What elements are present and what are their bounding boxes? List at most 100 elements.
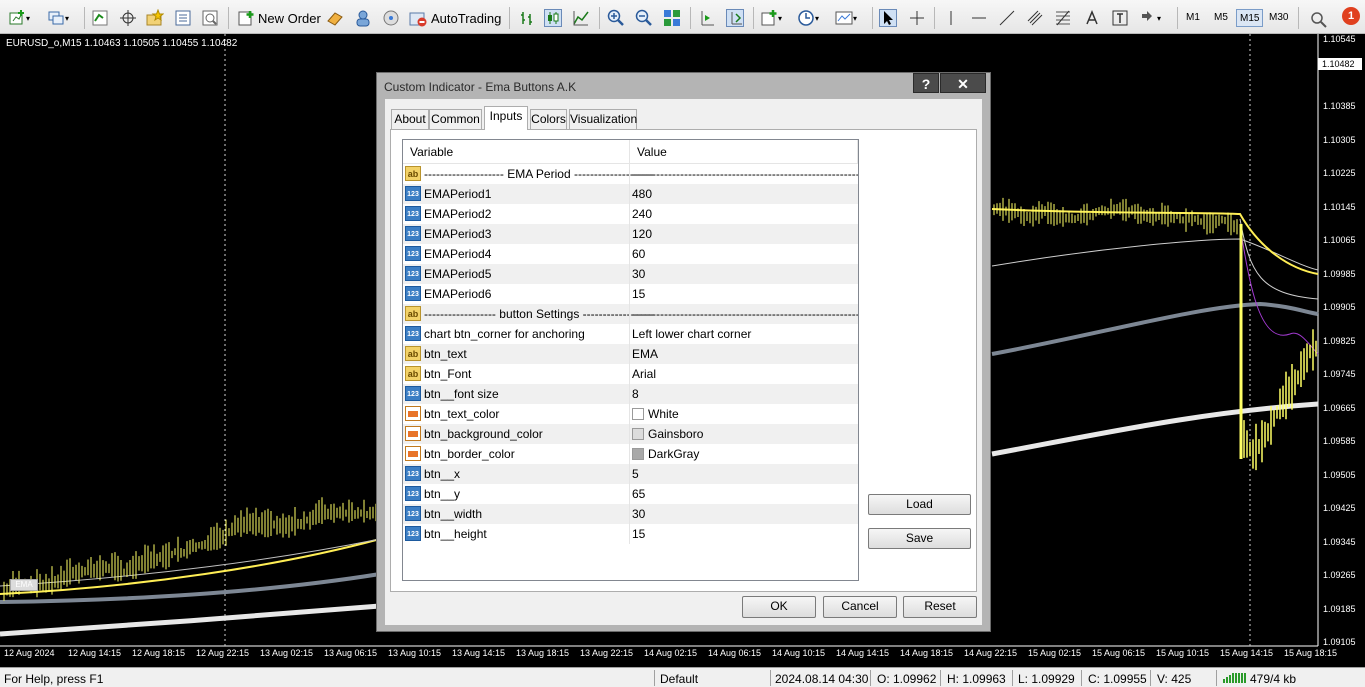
autotrading-button[interactable]: AutoTrading	[409, 7, 501, 29]
input-row[interactable]: btn_background_color Gainsboro	[403, 424, 858, 444]
input-value[interactable]: DarkGray	[632, 447, 699, 461]
input-row[interactable]: 123 btn__width 30	[403, 504, 858, 524]
input-row[interactable]: btn_border_color DarkGray	[403, 444, 858, 464]
arrows-button[interactable]: ▾	[1139, 7, 1161, 29]
column-divider	[629, 324, 630, 344]
input-row[interactable]: 123 EMAPeriod1 480	[403, 184, 858, 204]
text-label-button[interactable]	[1111, 7, 1129, 29]
line-chart-button[interactable]	[572, 7, 590, 29]
cancel-button[interactable]: Cancel	[823, 596, 897, 618]
input-value[interactable]: 30	[632, 267, 645, 281]
strategy-tester-button[interactable]	[201, 7, 219, 29]
signals-button[interactable]	[354, 7, 372, 29]
input-value[interactable]: Left lower chart corner	[632, 327, 751, 341]
market-watch-button[interactable]	[91, 7, 109, 29]
input-value[interactable]: 8	[632, 387, 639, 401]
equidistant-channel-button[interactable]	[1026, 7, 1044, 29]
chart-shift-button[interactable]	[726, 7, 744, 29]
terminal-button[interactable]	[174, 7, 192, 29]
new-order-button[interactable]: New Order	[237, 7, 321, 29]
string-type-icon: ab	[405, 366, 421, 381]
candlestick-chart-button[interactable]	[544, 7, 562, 29]
timeframe-m15[interactable]: M15	[1236, 9, 1264, 27]
tab-about[interactable]: About	[391, 109, 429, 129]
input-row[interactable]: ab btn_Font Arial	[403, 364, 858, 384]
column-header-variable[interactable]: Variable	[403, 140, 630, 164]
save-button[interactable]: Save	[868, 528, 971, 549]
profiles-button[interactable]: ▾	[47, 7, 69, 29]
auto-scroll-button[interactable]	[698, 7, 716, 29]
input-row[interactable]: 123 EMAPeriod3 120	[403, 224, 858, 244]
input-variable-name: btn__height	[424, 527, 487, 541]
input-value[interactable]: White	[632, 407, 679, 421]
timeframe-m1[interactable]: M1	[1183, 9, 1203, 27]
input-row[interactable]: 123 EMAPeriod4 60	[403, 244, 858, 264]
trendline-button[interactable]	[998, 7, 1016, 29]
help-button[interactable]: ?	[913, 73, 939, 93]
input-row[interactable]: 123 chart btn_corner for anchoring Left lo…	[403, 324, 858, 344]
timeframe-m30[interactable]: M30	[1266, 9, 1291, 27]
input-value[interactable]: 30	[632, 507, 645, 521]
timeframe-m5[interactable]: M5	[1211, 9, 1231, 27]
input-row[interactable]: btn_text_color White	[403, 404, 858, 424]
cursor-button[interactable]	[879, 7, 897, 29]
load-button[interactable]: Load	[868, 494, 971, 515]
close-button[interactable]: ✕	[940, 73, 986, 93]
vertical-line-button[interactable]	[942, 7, 960, 29]
periods-button[interactable]: ▾	[797, 7, 819, 29]
input-value[interactable]: 240	[632, 207, 652, 221]
input-value[interactable]: EMA	[632, 347, 658, 361]
tab-visualization[interactable]: Visualization	[569, 109, 637, 129]
dialog-titlebar[interactable]: Custom Indicator - Ema Buttons A.K ? ✕	[377, 73, 990, 99]
input-value[interactable]: 65	[632, 487, 645, 501]
indicators-button[interactable]: ▾	[760, 7, 782, 29]
vps-button[interactable]	[382, 7, 400, 29]
input-value[interactable]: ----------------------------------------…	[632, 167, 858, 181]
input-row[interactable]: ab ------------------ button Settings ---…	[403, 304, 858, 324]
text-button[interactable]	[1083, 7, 1101, 29]
input-row[interactable]: 123 EMAPeriod5 30	[403, 264, 858, 284]
navigator-button[interactable]	[119, 7, 137, 29]
input-value[interactable]: 120	[632, 227, 652, 241]
input-value[interactable]: 15	[632, 287, 645, 301]
input-row[interactable]: ab btn_text EMA	[403, 344, 858, 364]
reset-button[interactable]: Reset	[903, 596, 977, 618]
input-row[interactable]: 123 btn__height 15	[403, 524, 858, 544]
ema-chart-button[interactable]: EMA	[10, 579, 38, 591]
zoom-in-button[interactable]	[607, 7, 625, 29]
input-variable-name: btn__y	[424, 487, 461, 501]
tab-common[interactable]: Common	[429, 109, 482, 129]
column-header-value[interactable]: Value	[630, 140, 858, 164]
user-signals-icon	[356, 10, 370, 27]
ok-button[interactable]: OK	[742, 596, 816, 618]
input-row[interactable]: 123 EMAPeriod2 240	[403, 204, 858, 224]
input-value[interactable]: ----------------------------------------…	[632, 307, 858, 321]
input-row[interactable]: 123 btn__font size 8	[403, 384, 858, 404]
input-value[interactable]: 480	[632, 187, 652, 201]
integer-type-icon: 123	[405, 386, 421, 401]
input-row[interactable]: 123 btn__y 65	[403, 484, 858, 504]
input-value[interactable]: Arial	[632, 367, 656, 381]
crosshair-button[interactable]	[908, 7, 926, 29]
input-row[interactable]: 123 btn__x 5	[403, 464, 858, 484]
search-button[interactable]	[1310, 9, 1328, 31]
notification-badge[interactable]: 1	[1342, 7, 1360, 25]
bar-chart-button[interactable]	[518, 7, 536, 29]
tab-inputs[interactable]: Inputs	[484, 106, 528, 130]
input-value[interactable]: 15	[632, 527, 645, 541]
new-chart-button[interactable]: ▾	[8, 7, 30, 29]
favorites-button[interactable]	[146, 7, 164, 29]
fibonacci-button[interactable]	[1054, 7, 1072, 29]
input-row[interactable]: 123 EMAPeriod6 15	[403, 284, 858, 304]
zoom-out-button[interactable]	[635, 7, 653, 29]
horizontal-line-button[interactable]	[970, 7, 988, 29]
input-value[interactable]: 5	[632, 467, 639, 481]
templates-button[interactable]: ▾	[835, 7, 857, 29]
input-value[interactable]: 60	[632, 247, 645, 261]
metaeditor-button[interactable]	[326, 7, 344, 29]
input-row[interactable]: ab -------------------- EMA Period ------…	[403, 164, 858, 184]
input-value[interactable]: Gainsboro	[632, 427, 703, 441]
tile-windows-button[interactable]	[663, 7, 681, 29]
tab-colors[interactable]: Colors	[530, 109, 567, 129]
inputs-table[interactable]: Variable Value ab -------------------- EM…	[402, 139, 859, 581]
